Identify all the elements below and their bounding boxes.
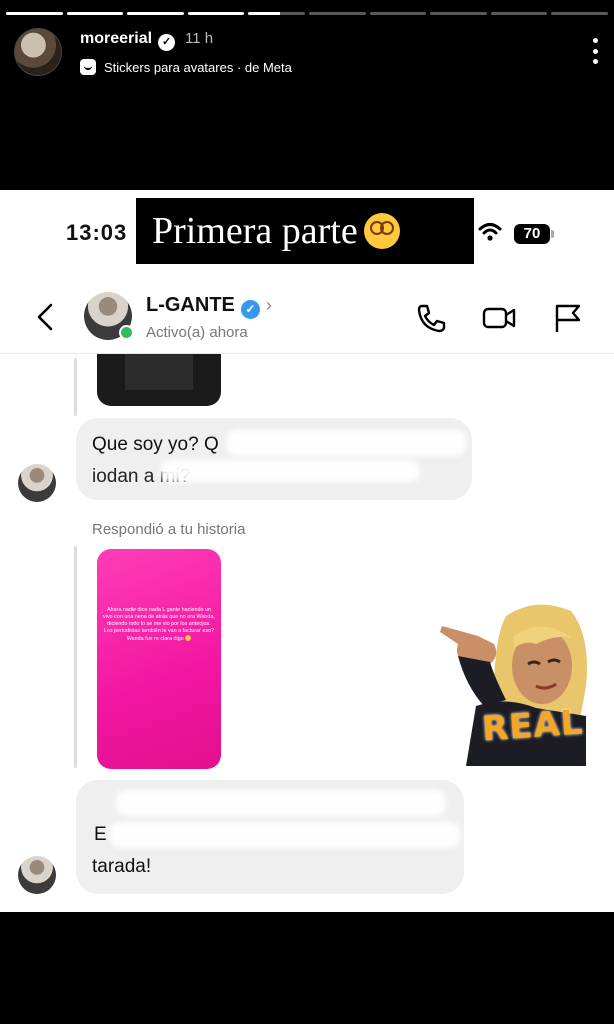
- replied-media-thumbnail[interactable]: [97, 354, 221, 406]
- message-text-line: Que soy yo? Q: [92, 434, 219, 455]
- story-progress-segment: [248, 12, 305, 15]
- story-card-text: Ahora nadie dice nada L gante haciendo u…: [103, 607, 215, 642]
- contact-name[interactable]: L-GANTE: [146, 294, 235, 316]
- status-time: 13:03: [66, 220, 128, 245]
- story-progress-segment: [66, 12, 124, 15]
- sticker-icon: [80, 59, 96, 75]
- wifi-icon: [478, 223, 502, 241]
- story-progress-segment: [127, 12, 184, 15]
- replied-to-story-label: Respondió a tu historia: [92, 521, 246, 538]
- replied-story-card[interactable]: Ahora nadie dice nada L gante haciendo u…: [97, 549, 221, 769]
- emoji-icon: [185, 635, 192, 641]
- story-progress-segment: [490, 12, 548, 15]
- reply-line: [74, 546, 77, 768]
- message-text-line: tarada!: [92, 856, 152, 877]
- story-progress-segment: [6, 12, 63, 15]
- verified-badge-icon: ✓: [240, 300, 260, 319]
- battery-indicator: 70: [514, 224, 554, 244]
- sender-avatar[interactable]: [18, 464, 56, 502]
- message-bubble[interactable]: Que soy yo? Q iodan a mi?: [76, 418, 472, 500]
- verified-icon: ✓: [158, 34, 176, 51]
- story-progress-segment: [308, 12, 366, 15]
- report-flag-icon[interactable]: [552, 302, 586, 334]
- message-bubble[interactable]: E tarada!: [76, 780, 464, 894]
- sender-avatar[interactable]: [18, 856, 56, 894]
- caption-text: Primera parte: [152, 210, 358, 252]
- contact-name-row[interactable]: L-GANTE ✓ ›: [146, 294, 272, 319]
- phone-call-icon[interactable]: [414, 302, 448, 334]
- contact-activity-status: Activo(a) ahora: [146, 324, 248, 341]
- censor-blur: [110, 822, 460, 848]
- shared-screenshot: 13:03 Primera parte 70 L-GANTE ✓ › Activo(…: [0, 190, 614, 912]
- censor-blur: [116, 790, 446, 816]
- video-call-icon[interactable]: [482, 302, 516, 334]
- reply-line: [74, 358, 77, 416]
- story-header: moreerial ✓ 11 h Stickers para avatares · …: [14, 28, 600, 84]
- story-progress-segment: [187, 12, 245, 15]
- story-subtitle: Stickers para avatares · de Meta: [104, 60, 292, 75]
- more-options-icon[interactable]: [590, 38, 600, 64]
- story-progress-segment: [369, 12, 427, 15]
- story-subtitle-row[interactable]: Stickers para avatares · de Meta: [80, 59, 292, 75]
- online-status-dot: [119, 325, 134, 340]
- caption-text-box: Primera parte: [136, 198, 474, 264]
- dizzy-face-emoji-icon: [363, 213, 400, 249]
- chat-header: L-GANTE ✓ › Activo(a) ahora: [0, 286, 614, 354]
- story-progress: [6, 12, 608, 15]
- story-avatar[interactable]: [14, 28, 62, 76]
- story-progress-segment: [430, 12, 487, 15]
- story-username-row[interactable]: moreerial ✓ 11 h: [80, 30, 213, 51]
- story-time: 11 h: [185, 30, 214, 47]
- chevron-right-icon: ›: [265, 295, 272, 315]
- phone-status-bar: 13:03 Primera parte 70: [0, 190, 614, 276]
- story-progress-segment: [551, 12, 608, 15]
- censor-blur: [226, 430, 466, 456]
- censor-blur: [160, 460, 420, 482]
- story-username[interactable]: moreerial: [80, 30, 152, 47]
- back-arrow-icon[interactable]: [32, 302, 60, 332]
- real-sticker-text: REAL: [480, 702, 585, 750]
- message-text-line: E: [94, 824, 107, 845]
